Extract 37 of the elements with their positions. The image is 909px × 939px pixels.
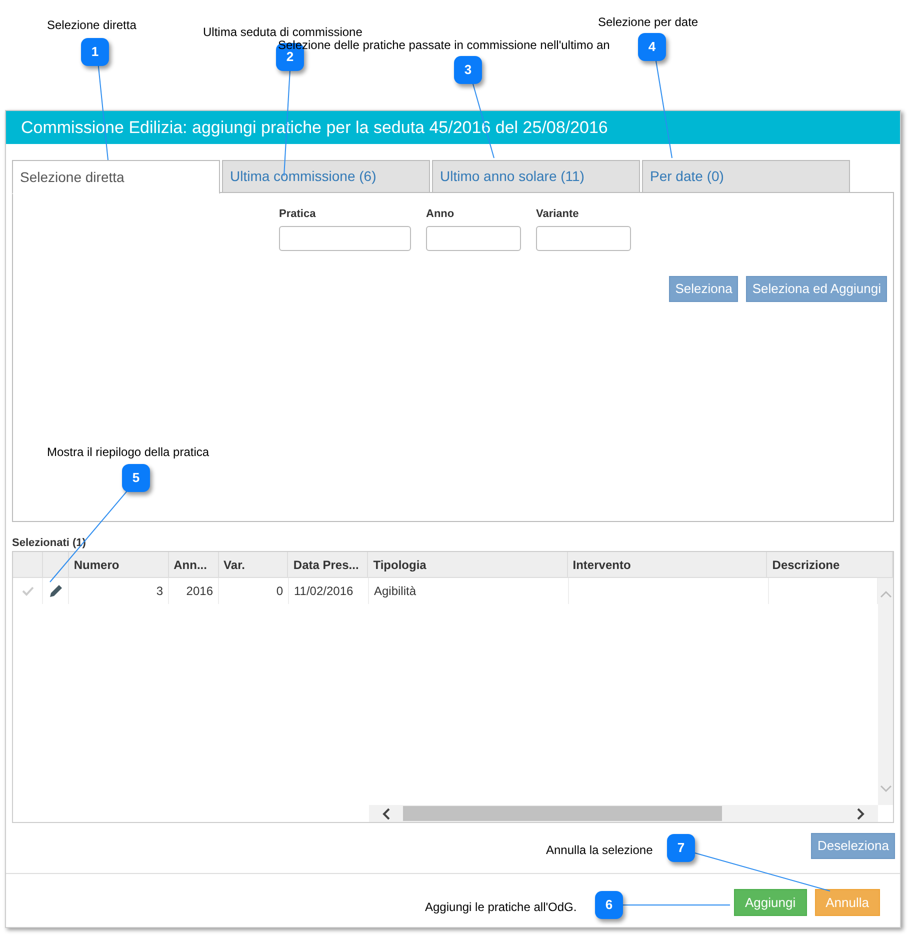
- column-header[interactable]: Tipologia: [368, 552, 568, 577]
- field-label: Anno: [426, 207, 456, 222]
- callout-marker: 1: [81, 38, 109, 66]
- callout-marker: 4: [638, 33, 666, 61]
- column-header[interactable]: Intervento: [568, 552, 768, 577]
- column-header[interactable]: Data Pres...: [288, 552, 368, 577]
- table-cell-text: 3: [156, 583, 163, 600]
- vertical-scrollbar[interactable]: [878, 578, 893, 805]
- callout-marker: 5: [122, 464, 150, 492]
- horizontal-scrollbar[interactable]: [369, 805, 878, 822]
- input-field[interactable]: [279, 226, 411, 250]
- tab[interactable]: Selezione diretta: [12, 160, 220, 194]
- table-cell-text: Agibilità: [374, 583, 416, 600]
- pencil-icon[interactable]: [48, 583, 64, 599]
- input-field[interactable]: [426, 226, 521, 250]
- table-cell-text: 2016: [186, 583, 213, 600]
- callout-text: Aggiungi le pratiche all'OdG.: [425, 899, 577, 916]
- column-header[interactable]: Var.: [218, 552, 288, 577]
- input-field[interactable]: [536, 226, 631, 250]
- callout-text: Annulla la selezione: [546, 842, 653, 859]
- check-icon[interactable]: [22, 586, 34, 596]
- field-label: Pratica: [279, 207, 317, 222]
- callout-text: Selezione diretta: [47, 17, 136, 34]
- column-header[interactable]: Numero: [68, 552, 169, 577]
- callout-text: Selezione per date: [598, 14, 698, 31]
- table-cell-text: 11/02/2016: [294, 583, 354, 600]
- dialog-title: Commissione Edilizia: aggiungi pratiche per la seduta 45/2016 del 25/08/2016: [6, 111, 900, 144]
- column-header[interactable]: Ann...: [168, 552, 219, 577]
- callout-text: Ultima seduta di commissione: [203, 24, 362, 40]
- callout-marker: 6: [595, 891, 623, 919]
- scrollbar-thumb[interactable]: [403, 806, 722, 821]
- callout-text: Mostra il riepilogo della pratica: [47, 444, 210, 461]
- callout-marker: 7: [667, 834, 695, 862]
- column-header[interactable]: Descrizione: [767, 552, 894, 577]
- callout-marker: 3: [454, 56, 482, 84]
- table-cell-text: 0: [276, 583, 283, 600]
- field-label: Variante: [536, 207, 580, 222]
